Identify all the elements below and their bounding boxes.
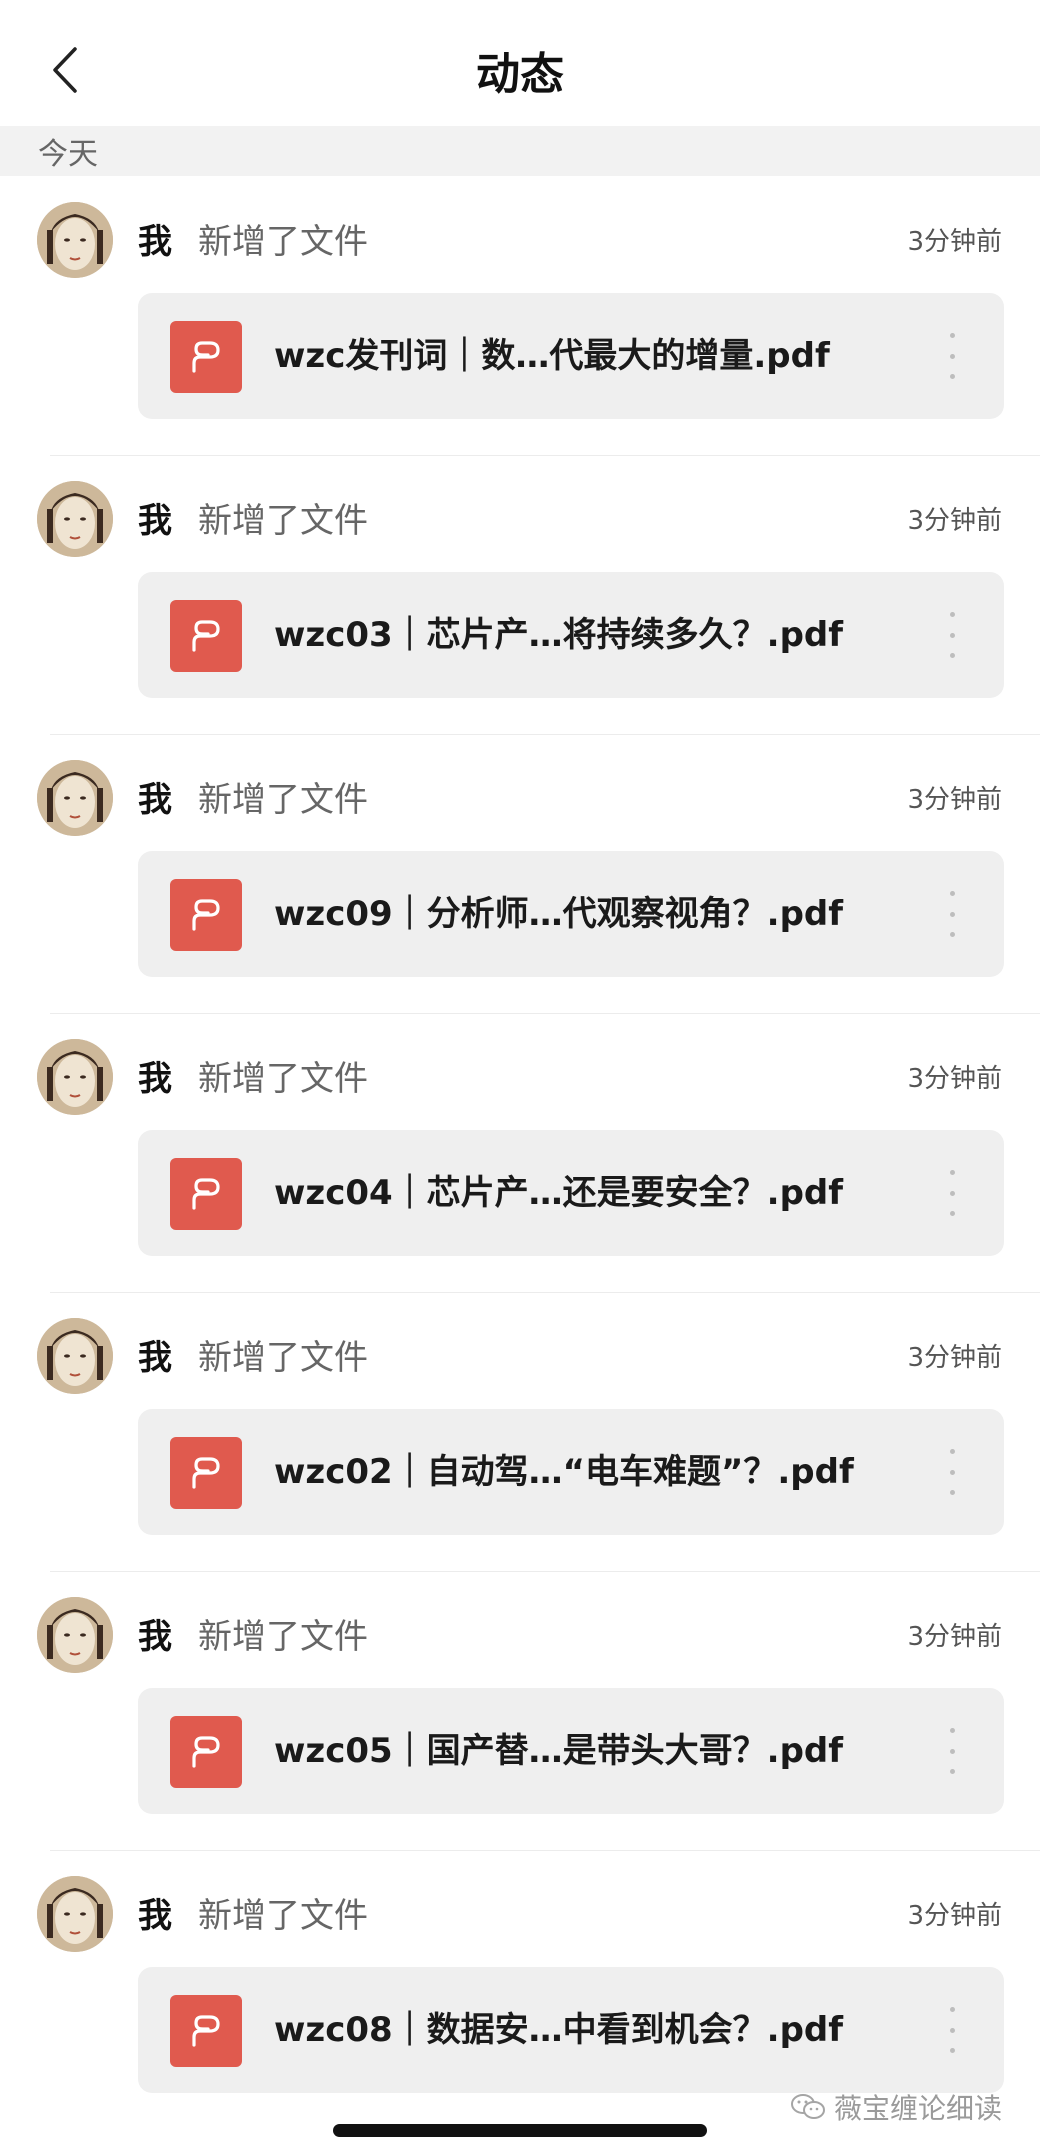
file-name: wzc02｜自动驾…“电车难题”？.pdf [274,1452,854,1492]
pdf-icon [170,1158,242,1230]
chevron-left-icon [53,47,77,93]
pdf-icon [170,1995,242,2067]
list-item: 我 新增了文件 3分钟前 wzc04｜芯片产…还是要安全？.pdf [0,1013,1040,1292]
timestamp: 3分钟前 [907,1622,1002,1652]
nav-bar: 动态 [0,0,1040,126]
list-item: 我 新增了文件 3分钟前 wzc03｜芯片产…将持续多久？.pdf [0,455,1040,734]
file-name: wzc09｜分析师…代观察视角？.pdf [274,894,844,934]
section-header-today: 今天 [0,126,1040,176]
avatar-image [37,1318,113,1394]
avatar-image [37,202,113,278]
file-card[interactable]: wzc02｜自动驾…“电车难题”？.pdf [138,1409,1004,1535]
home-indicator[interactable] [333,2124,707,2137]
more-vertical-icon[interactable] [940,1449,964,1495]
actor-name: 我 [138,780,172,820]
timestamp: 3分钟前 [907,227,1002,257]
action-text: 新增了文件 [198,222,368,262]
wechat-icon [790,2094,825,2119]
avatar[interactable] [37,1039,113,1115]
file-card[interactable]: wzc05｜国产替…是带头大哥？.pdf [138,1688,1004,1814]
avatar[interactable] [37,760,113,836]
more-vertical-icon[interactable] [940,333,964,379]
pdf-icon [170,879,242,951]
avatar[interactable] [37,202,113,278]
more-vertical-icon[interactable] [940,612,964,658]
actor-name: 我 [138,1338,172,1378]
actor-name: 我 [138,1059,172,1099]
file-card[interactable]: wzc发刊词｜数…代最大的增量.pdf [138,293,1004,419]
pdf-icon [170,1437,242,1509]
file-name: wzc08｜数据安…中看到机会？.pdf [274,2010,844,2050]
file-name: wzc04｜芯片产…还是要安全？.pdf [274,1173,844,1213]
activity-feed: 我 新增了文件 3分钟前 wzc发刊词｜数…代最大的增量.pdf 我 新增了文件… [0,176,1040,2129]
timestamp: 3分钟前 [907,1901,1002,1931]
pdf-icon [170,1716,242,1788]
avatar-image [37,1597,113,1673]
avatar-image [37,760,113,836]
action-text: 新增了文件 [198,1896,368,1936]
file-card[interactable]: wzc08｜数据安…中看到机会？.pdf [138,1967,1004,2093]
file-card[interactable]: wzc04｜芯片产…还是要安全？.pdf [138,1130,1004,1256]
list-item: 我 新增了文件 3分钟前 wzc05｜国产替…是带头大哥？.pdf [0,1571,1040,1850]
more-vertical-icon[interactable] [940,1170,964,1216]
actor-name: 我 [138,222,172,262]
action-text: 新增了文件 [198,1338,368,1378]
action-text: 新增了文件 [198,1059,368,1099]
action-text: 新增了文件 [198,780,368,820]
file-card[interactable]: wzc09｜分析师…代观察视角？.pdf [138,851,1004,977]
file-name: wzc发刊词｜数…代最大的增量.pdf [274,336,830,376]
actor-name: 我 [138,1896,172,1936]
actor-name: 我 [138,1617,172,1657]
file-name: wzc05｜国产替…是带头大哥？.pdf [274,1731,844,1771]
file-card[interactable]: wzc03｜芯片产…将持续多久？.pdf [138,572,1004,698]
watermark-text: 薇宝缠论细读 [833,2092,1002,2125]
avatar-image [37,1039,113,1115]
timestamp: 3分钟前 [907,506,1002,536]
list-item: 我 新增了文件 3分钟前 wzc02｜自动驾…“电车难题”？.pdf [0,1292,1040,1571]
action-text: 新增了文件 [198,501,368,541]
avatar-image [37,1876,113,1952]
list-item: 我 新增了文件 3分钟前 wzc发刊词｜数…代最大的增量.pdf [0,176,1040,455]
pdf-icon [170,321,242,393]
page-title: 动态 [476,49,564,100]
actor-name: 我 [138,501,172,541]
more-vertical-icon[interactable] [940,2007,964,2053]
timestamp: 3分钟前 [907,1064,1002,1094]
timestamp: 3分钟前 [907,785,1002,815]
timestamp: 3分钟前 [907,1343,1002,1373]
avatar[interactable] [37,481,113,557]
avatar-image [37,481,113,557]
watermark: 薇宝缠论细读 [790,2087,1002,2127]
more-vertical-icon[interactable] [940,891,964,937]
avatar[interactable] [37,1597,113,1673]
avatar[interactable] [37,1318,113,1394]
action-text: 新增了文件 [198,1617,368,1657]
pdf-icon [170,600,242,672]
more-vertical-icon[interactable] [940,1728,964,1774]
activity-page: 动态 今天 我 新增了文件 3分钟前 wzc发刊词｜数…代最大的增量.pdf 我… [0,0,1040,2155]
avatar[interactable] [37,1876,113,1952]
file-name: wzc03｜芯片产…将持续多久？.pdf [274,615,844,655]
back-button[interactable] [40,40,90,100]
list-item: 我 新增了文件 3分钟前 wzc09｜分析师…代观察视角？.pdf [0,734,1040,1013]
